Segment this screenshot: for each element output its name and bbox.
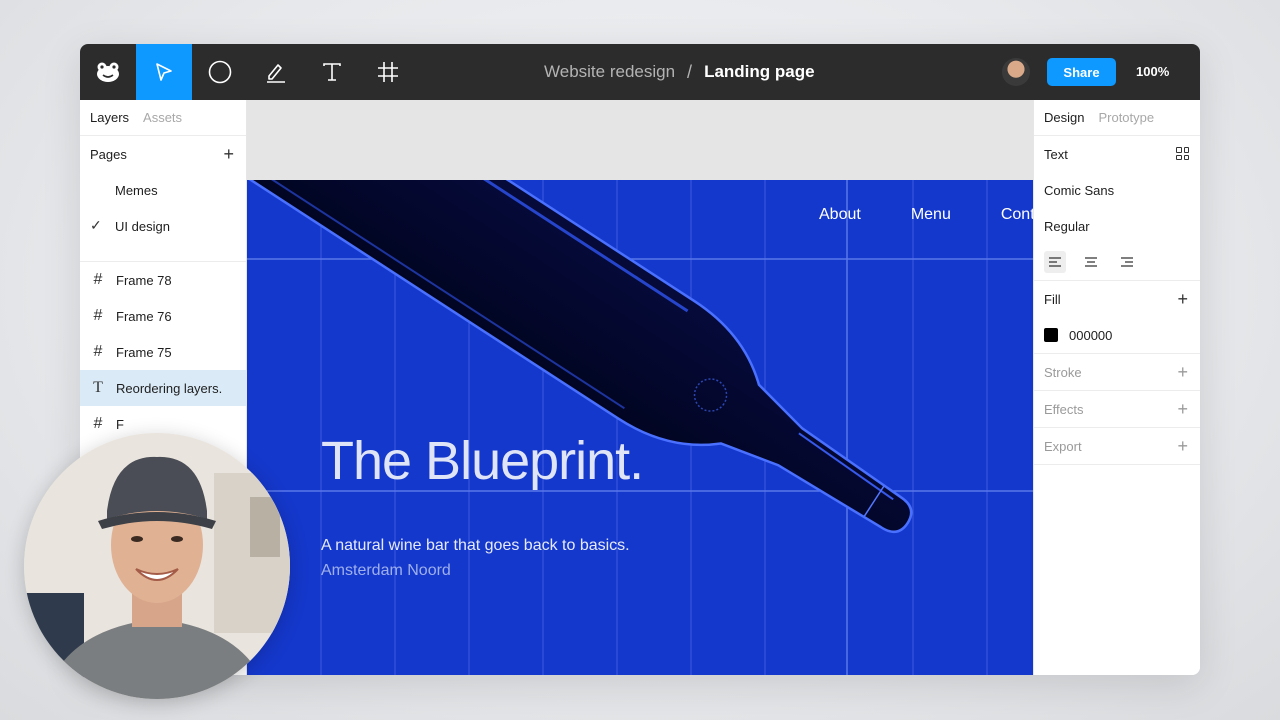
fill-heading: Fill <box>1044 291 1061 307</box>
panel-divider <box>1034 464 1200 465</box>
font-family-select[interactable]: Comic Sans <box>1034 172 1200 208</box>
fill-hex-value[interactable]: 000000 <box>1069 328 1112 343</box>
tab-layers[interactable]: Layers <box>90 110 129 125</box>
checkmark-icon: ✓ <box>90 217 102 233</box>
layer-label: Reordering layers. <box>116 380 223 396</box>
hero-location[interactable]: Amsterdam Noord <box>321 562 451 580</box>
hero-tagline[interactable]: A natural wine bar that goes back to bas… <box>321 537 630 555</box>
align-left-icon[interactable] <box>1044 251 1066 273</box>
breadcrumb-project[interactable]: Website redesign <box>544 62 675 82</box>
tab-assets[interactable]: Assets <box>143 110 182 125</box>
frame-hash-icon: # <box>93 271 103 288</box>
avatar[interactable] <box>1002 58 1030 86</box>
webcam-overlay <box>24 433 290 699</box>
add-effect-icon[interactable]: + <box>1177 399 1188 419</box>
tab-design[interactable]: Design <box>1044 110 1084 125</box>
text-styles-grid-icon[interactable] <box>1176 147 1189 160</box>
frame-hash-icon <box>378 62 398 82</box>
right-panel-tabs: Design Prototype <box>1034 100 1200 136</box>
add-stroke-icon[interactable]: + <box>1177 362 1188 382</box>
layer-item-selected[interactable]: T Reordering layers. <box>80 370 246 406</box>
pages-header: Pages + <box>80 136 246 172</box>
frame-hash-icon: # <box>93 307 103 324</box>
landing-page-frame[interactable]: About Menu Cont The Blueprint. A natural… <box>247 180 1033 675</box>
stroke-heading: Stroke <box>1044 364 1082 380</box>
zoom-level[interactable]: 100% <box>1136 44 1169 100</box>
text-align-controls <box>1034 244 1200 280</box>
pen-icon <box>267 64 285 83</box>
left-panel-tabs: Layers Assets <box>80 100 246 136</box>
breadcrumb-separator: / <box>687 61 693 82</box>
design-panel: Design Prototype Text Comic Sans Regular <box>1033 100 1200 675</box>
layer-label: Frame 75 <box>116 344 172 360</box>
export-heading: Export <box>1044 438 1082 454</box>
add-fill-icon[interactable]: + <box>1177 289 1188 309</box>
figma-logo-icon <box>97 62 119 82</box>
ellipse-tool-button[interactable] <box>192 44 248 100</box>
pen-tool-button[interactable] <box>248 44 304 100</box>
text-icon: T <box>93 379 103 396</box>
page-item-ui-design[interactable]: ✓ UI design <box>80 208 246 244</box>
fill-color-swatch[interactable] <box>1044 328 1058 342</box>
design-canvas[interactable]: About Menu Cont The Blueprint. A natural… <box>247 100 1033 675</box>
breadcrumb: Website redesign / Landing page <box>544 44 815 100</box>
font-weight-value: Regular <box>1044 218 1090 234</box>
hero-title[interactable]: The Blueprint. <box>321 430 644 492</box>
site-nav: About Menu Cont <box>819 206 1033 224</box>
layer-label: Frame 78 <box>116 272 172 288</box>
text-section-header: Text <box>1034 136 1200 172</box>
stroke-section-header: Stroke + <box>1034 354 1200 390</box>
fill-row[interactable]: 000000 <box>1034 317 1200 353</box>
text-tool-button[interactable] <box>304 44 360 100</box>
share-button[interactable]: Share <box>1047 58 1116 86</box>
page-item-memes[interactable]: Memes <box>80 172 246 208</box>
tab-prototype[interactable]: Prototype <box>1098 110 1154 125</box>
font-family-value: Comic Sans <box>1044 182 1115 198</box>
circle-icon <box>208 60 232 84</box>
breadcrumb-page[interactable]: Landing page <box>704 62 815 82</box>
fill-section-header: Fill + <box>1034 281 1200 317</box>
font-weight-select[interactable]: Regular <box>1034 208 1200 244</box>
effects-section-header: Effects + <box>1034 391 1200 427</box>
add-page-icon[interactable]: + <box>223 144 234 164</box>
move-tool-button[interactable] <box>136 44 192 100</box>
layer-item[interactable]: # Frame 76 <box>80 298 246 334</box>
align-right-icon[interactable] <box>1116 251 1138 273</box>
text-heading: Text <box>1044 146 1068 162</box>
nav-link-about[interactable]: About <box>819 206 861 224</box>
frame-tool-button[interactable] <box>360 44 416 100</box>
cursor-arrow-icon <box>156 63 172 81</box>
layer-label: F <box>116 416 124 432</box>
align-center-icon[interactable] <box>1080 251 1102 273</box>
page-label: UI design <box>115 218 170 234</box>
layer-item[interactable]: # Frame 78 <box>80 262 246 298</box>
main-menu-button[interactable] <box>80 44 136 100</box>
layer-label: Frame 76 <box>116 308 172 324</box>
page-label: Memes <box>115 182 158 198</box>
text-icon <box>323 63 341 81</box>
layer-item[interactable]: # Frame 75 <box>80 334 246 370</box>
frame-hash-icon: # <box>93 343 103 360</box>
nav-link-menu[interactable]: Menu <box>911 206 951 224</box>
pages-heading: Pages <box>90 146 127 162</box>
effects-heading: Effects <box>1044 401 1084 417</box>
wine-bottle-image <box>247 180 913 534</box>
add-export-icon[interactable]: + <box>1177 436 1188 456</box>
export-section-header: Export + <box>1034 428 1200 464</box>
nav-link-contact[interactable]: Cont <box>1001 206 1033 224</box>
top-toolbar: Website redesign / Landing page Share 10… <box>80 44 1200 100</box>
presenter-photo <box>24 433 290 699</box>
frame-hash-icon: # <box>93 415 103 432</box>
